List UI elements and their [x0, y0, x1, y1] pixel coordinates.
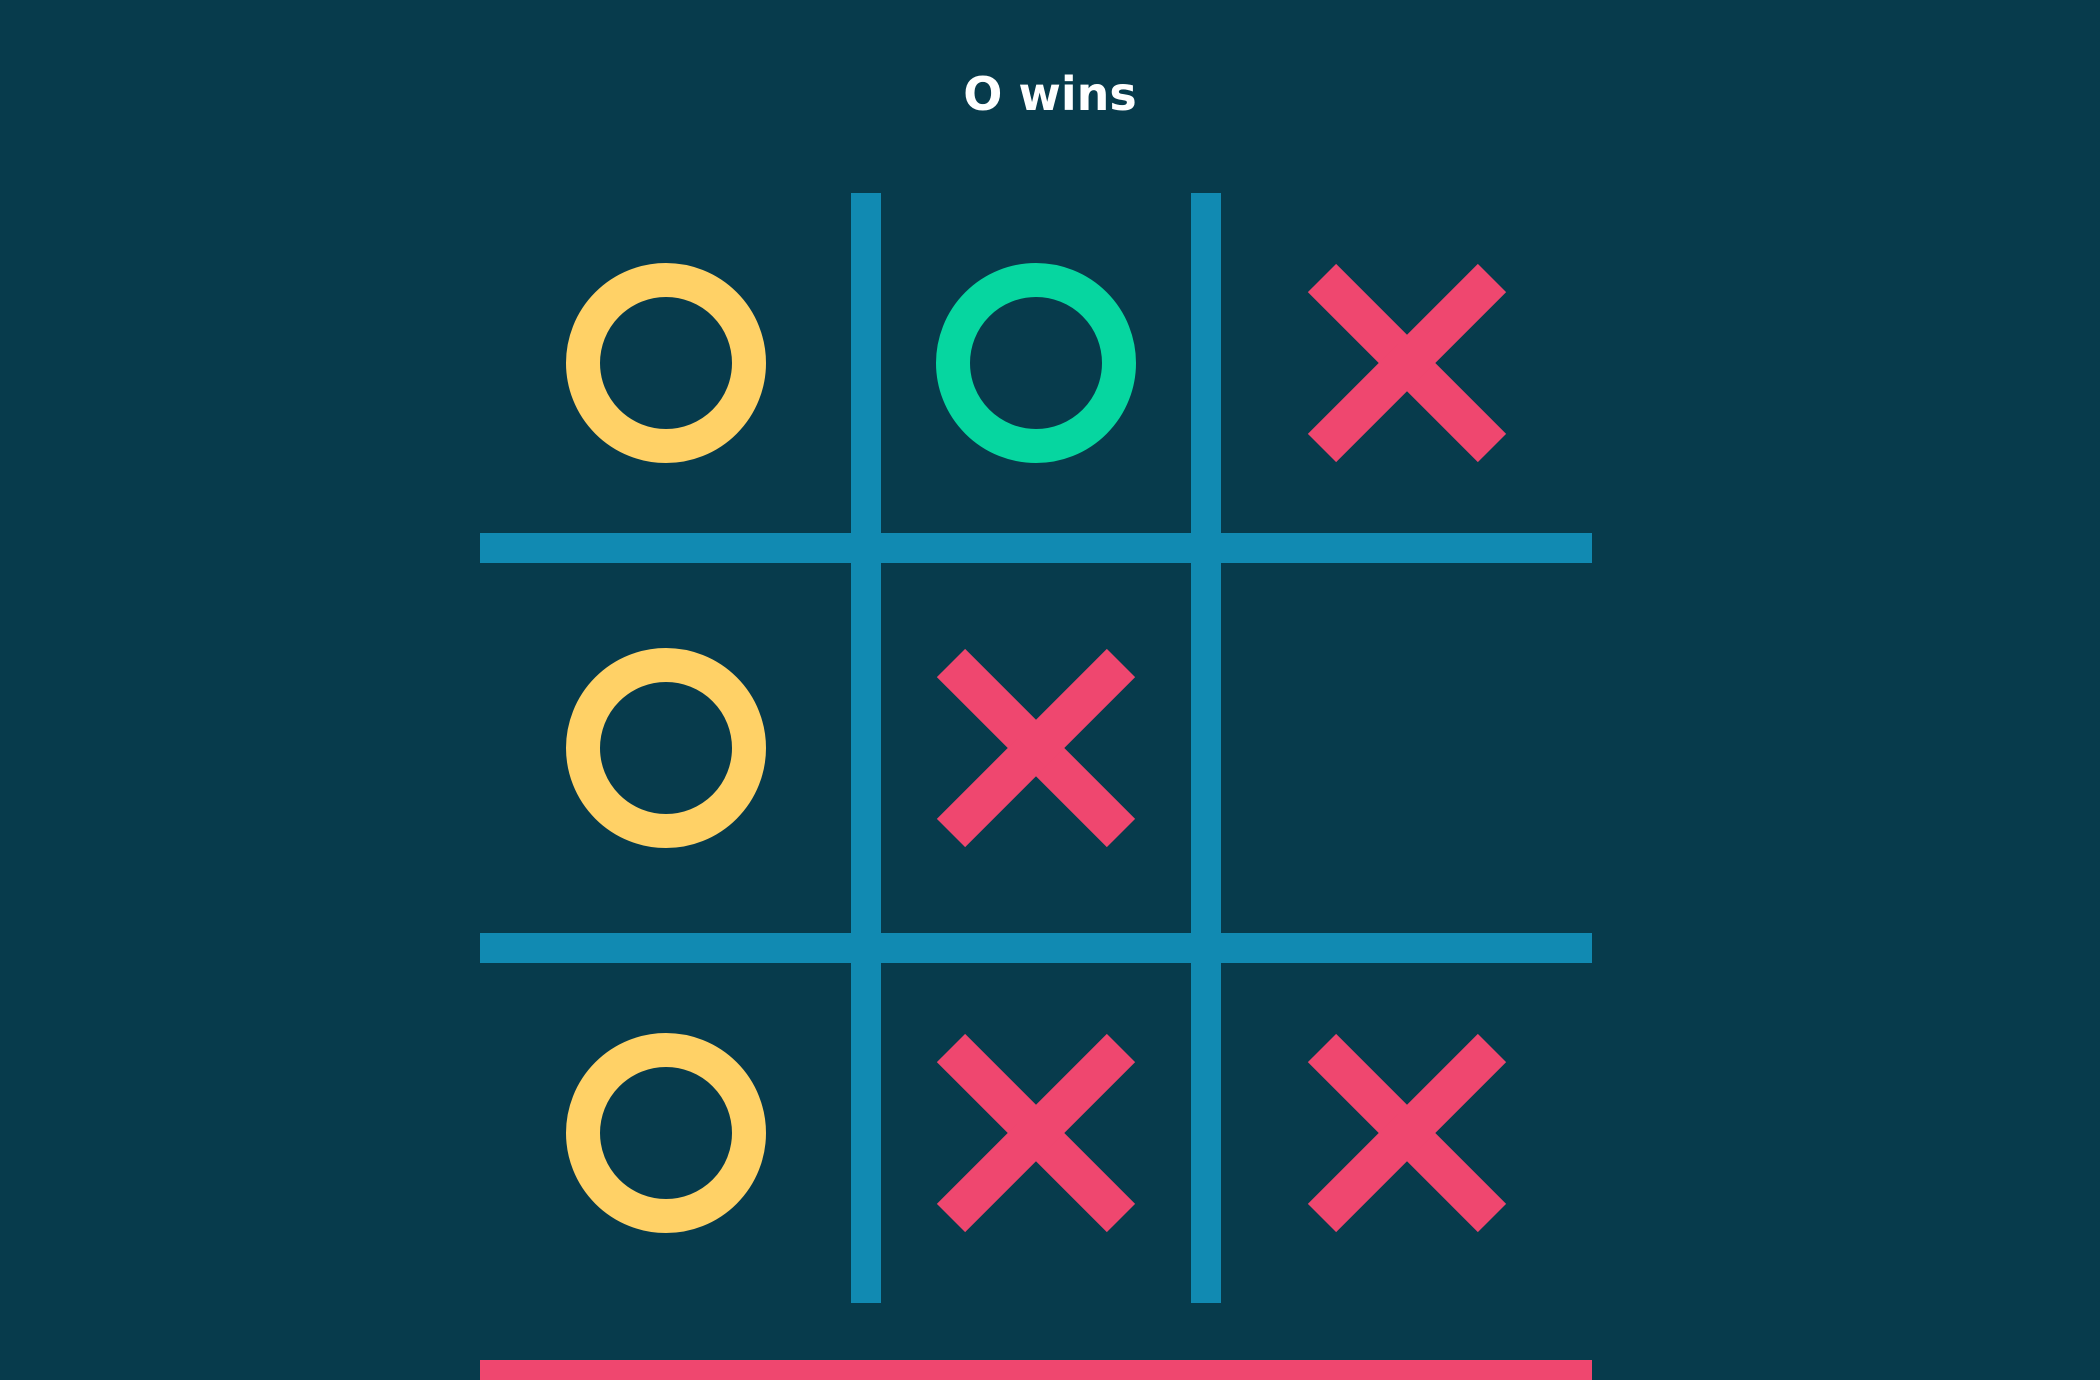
- grid-line-vertical-1: [851, 193, 881, 1303]
- board-cell-r1-c2[interactable]: [881, 193, 1191, 533]
- grid-line-horizontal-2: [480, 933, 1592, 963]
- board-cell-r3-c3[interactable]: [1221, 963, 1592, 1303]
- circle-o-icon: [565, 263, 766, 463]
- board-cell-r3-c1[interactable]: [480, 963, 851, 1303]
- cropped-top-element: [0, 0, 2100, 6]
- circle-o-icon: [565, 648, 766, 848]
- board-cell-r2-c1[interactable]: [480, 563, 851, 933]
- circle-o-icon: [565, 1033, 766, 1233]
- circle-o-icon: [936, 263, 1136, 463]
- cross-x-icon: [1307, 263, 1506, 463]
- cross-x-icon: [1307, 1033, 1506, 1233]
- board-cell-r1-c1[interactable]: [480, 193, 851, 533]
- cross-x-icon: [936, 1033, 1136, 1233]
- reset-button[interactable]: [480, 1360, 1592, 1380]
- game-status: O wins: [963, 67, 1137, 121]
- board-cell-r1-c3[interactable]: [1221, 193, 1592, 533]
- board-cell-r2-c3[interactable]: [1221, 563, 1592, 933]
- board-cell-r2-c2[interactable]: [881, 563, 1191, 933]
- cross-x-icon: [936, 648, 1136, 848]
- grid-line-vertical-2: [1191, 193, 1221, 1303]
- board-cell-r3-c2[interactable]: [881, 963, 1191, 1303]
- grid-line-horizontal-1: [480, 533, 1592, 563]
- tic-tac-toe-board: [480, 193, 1592, 1305]
